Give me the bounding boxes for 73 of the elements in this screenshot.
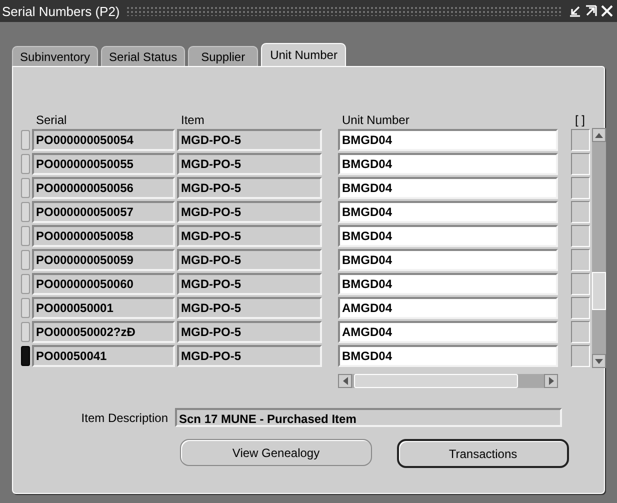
scroll-left-icon[interactable] (342, 377, 348, 385)
checkbox[interactable] (571, 345, 590, 367)
action-button[interactable]: Transactions (397, 439, 569, 468)
scroll-thumb[interactable] (354, 374, 518, 388)
unit-number-field[interactable]: BMGD04 (338, 177, 558, 199)
vertical-scrollbar[interactable] (592, 128, 606, 368)
row-selector[interactable] (21, 178, 30, 198)
unit-number-field[interactable]: BMGD04 (338, 249, 558, 271)
scroll-up-icon[interactable] (595, 132, 603, 138)
item-cell: MGD-PO-5 (177, 225, 322, 247)
window-title: Serial Numbers (P2) (2, 4, 120, 18)
column-header: Item (180, 113, 206, 128)
row-selector[interactable] (21, 202, 30, 222)
unit-number-field[interactable]: BMGD04 (338, 345, 558, 367)
item-cell: MGD-PO-5 (177, 153, 322, 175)
column-header: Unit Number (341, 113, 410, 128)
row-selector[interactable] (21, 130, 30, 150)
tab[interactable]: Subinventory (12, 46, 98, 66)
item-cell: MGD-PO-5 (177, 345, 322, 367)
row-selector[interactable] (21, 154, 30, 174)
field-label: Item Description (80, 410, 169, 424)
tab[interactable]: Supplier (188, 46, 258, 66)
column-header: Serial (35, 113, 68, 128)
item-cell: MGD-PO-5 (177, 201, 322, 223)
horizontal-scrollbar[interactable] (338, 374, 558, 388)
serial-cell: PO000000050058 (32, 225, 175, 247)
action-button[interactable]: View Genealogy (180, 439, 372, 466)
maximize-icon[interactable] (585, 5, 597, 17)
minimize-icon[interactable] (569, 5, 581, 17)
checkbox[interactable] (571, 249, 590, 271)
serial-cell: PO000000050055 (32, 153, 175, 175)
row-selector[interactable] (21, 322, 30, 342)
row-selector[interactable] (21, 298, 30, 318)
row-selector[interactable] (21, 226, 30, 246)
scroll-thumb[interactable] (592, 272, 606, 310)
serial-cell: PO000000050054 (32, 129, 175, 151)
serial-cell: PO000000050057 (32, 201, 175, 223)
row-selector[interactable] (21, 250, 30, 270)
item-cell: MGD-PO-5 (177, 129, 322, 151)
item-cell: MGD-PO-5 (177, 177, 322, 199)
item-cell: MGD-PO-5 (177, 321, 322, 343)
checkbox[interactable] (571, 321, 590, 343)
tab[interactable]: Unit Number (261, 43, 346, 66)
tab[interactable]: Serial Status (101, 46, 186, 66)
unit-number-field[interactable]: BMGD04 (338, 201, 558, 223)
scroll-down-icon[interactable] (595, 358, 603, 364)
checkbox[interactable] (571, 225, 590, 247)
item-description-field: Scn 17 MUNE - Purchased Item (175, 408, 562, 427)
scroll-right-icon[interactable] (548, 377, 554, 385)
checkbox[interactable] (571, 129, 590, 151)
item-cell: MGD-PO-5 (177, 297, 322, 319)
checkbox[interactable] (571, 273, 590, 295)
serial-cell: PO000050001 (32, 297, 175, 319)
item-cell: MGD-PO-5 (177, 273, 322, 295)
serial-cell: PO000000050056 (32, 177, 175, 199)
unit-number-field[interactable]: AMGD04 (338, 297, 558, 319)
unit-number-field[interactable]: BMGD04 (338, 273, 558, 295)
unit-number-field[interactable]: BMGD04 (338, 129, 558, 151)
checkbox[interactable] (571, 153, 590, 175)
item-cell: MGD-PO-5 (177, 249, 322, 271)
checkbox[interactable] (571, 177, 590, 199)
column-header: [ ] (574, 113, 586, 128)
checkbox[interactable] (571, 201, 590, 223)
serial-cell: PO000000050059 (32, 249, 175, 271)
unit-number-field[interactable]: BMGD04 (338, 153, 558, 175)
checkbox[interactable] (571, 297, 590, 319)
row-selector[interactable] (21, 274, 30, 294)
unit-number-field[interactable]: BMGD04 (338, 225, 558, 247)
serial-cell: PO000000050060 (32, 273, 175, 295)
serial-cell: PO00050041 (32, 345, 175, 367)
close-icon[interactable] (601, 5, 613, 17)
unit-number-field[interactable]: AMGD04 (338, 321, 558, 343)
serial-cell: PO000050002?zÐ (32, 321, 175, 343)
